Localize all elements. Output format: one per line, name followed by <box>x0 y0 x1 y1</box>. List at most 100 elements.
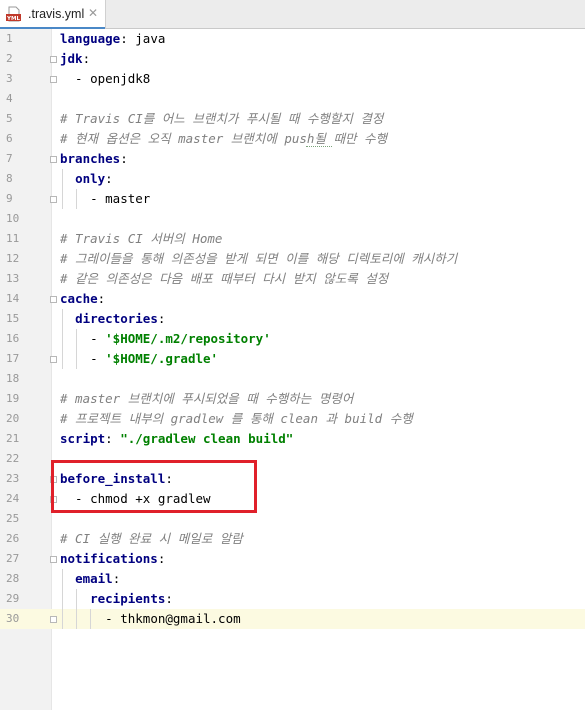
code-line[interactable]: 16 - '$HOME/.m2/repository' <box>0 329 585 349</box>
code-line[interactable]: 2 jdk: <box>0 49 585 69</box>
fold-marker-icon[interactable] <box>50 196 57 203</box>
code-line[interactable]: 18 <box>0 369 585 389</box>
line-number: 13 <box>6 272 20 285</box>
line-number: 27 <box>6 552 20 565</box>
code-text: language: java <box>60 29 165 49</box>
indent-guide <box>62 309 63 369</box>
token-str: '$HOME/.gradle' <box>105 351 219 366</box>
token-key: notifications <box>60 551 158 566</box>
code-line[interactable]: 19 # master 브랜치에 푸시되었을 때 수행하는 명령어 <box>0 389 585 409</box>
token-sep: : <box>157 551 166 566</box>
token-sep: : <box>82 51 91 66</box>
fold-marker-icon[interactable] <box>50 556 57 563</box>
code-line[interactable]: 10 <box>0 209 585 229</box>
code-text: # master 브랜치에 푸시되었을 때 수행하는 명령어 <box>60 389 353 409</box>
code-line[interactable]: 17 - '$HOME/.gradle' <box>0 349 585 369</box>
close-icon[interactable]: ✕ <box>88 6 98 20</box>
code-line[interactable]: 20 # 프로젝트 내부의 gradlew 를 통해 clean 과 build … <box>0 409 585 429</box>
token-pre: - <box>60 71 91 86</box>
token-str: "./gradlew clean build" <box>120 431 294 446</box>
yaml-badge-text: YML <box>6 16 20 22</box>
token-key: email <box>75 571 113 586</box>
token-cmt: # master 브랜치에 푸시되었을 때 수행하는 명령어 <box>60 391 354 406</box>
line-number: 26 <box>6 532 20 545</box>
fold-marker-icon[interactable] <box>50 56 57 63</box>
fold-marker-icon[interactable] <box>50 76 57 83</box>
line-number: 24 <box>6 492 20 505</box>
token-sep: : <box>120 31 136 46</box>
token-val: java <box>135 31 166 46</box>
code-line[interactable]: 11 # Travis CI 서버의 Home <box>0 229 585 249</box>
red-highlight-box <box>51 460 257 513</box>
fold-marker-icon[interactable] <box>50 356 57 363</box>
fold-marker-icon[interactable] <box>50 616 57 623</box>
token-key: language <box>60 31 121 46</box>
code-line[interactable]: 6 # 현재 옵션은 오직 master 브랜치에 push될 때만 수행 <box>0 129 585 149</box>
code-line[interactable]: 28 email: <box>0 569 585 589</box>
token-cmt: # 그레이들을 통해 의존성을 받게 되면 이를 해당 디렉토리에 캐시하기 <box>60 251 458 266</box>
yaml-file-icon: YML <box>6 6 21 22</box>
line-number: 6 <box>6 132 13 145</box>
token-cmt: # 같은 의존성은 다음 배포 때부터 다시 받지 않도록 설정 <box>60 271 389 286</box>
line-number: 17 <box>6 352 20 365</box>
token-sep: : <box>157 311 166 326</box>
token-pre: - <box>60 331 106 346</box>
token-pre: - <box>60 351 106 366</box>
tab-label: .travis.yml <box>28 7 85 21</box>
code-line[interactable]: 1 language: java <box>0 29 585 49</box>
token-key: branches <box>60 151 121 166</box>
line-number: 11 <box>6 232 20 245</box>
fold-marker-icon[interactable] <box>50 156 57 163</box>
code-text: email: <box>60 569 120 589</box>
line-number: 25 <box>6 512 20 525</box>
token-cmt: # 현재 옵션은 오직 master 브랜치에 push될 때만 수행 <box>60 131 387 146</box>
code-line[interactable]: 21 script: "./gradlew clean build" <box>0 429 585 449</box>
token-val: openjdk8 <box>90 71 151 86</box>
indent-guide <box>62 169 63 209</box>
code-text: cache: <box>60 289 105 309</box>
code-text: - '$HOME/.gradle' <box>60 349 218 369</box>
code-text: # 현재 옵션은 오직 master 브랜치에 push될 때만 수행 <box>60 129 387 149</box>
code-text: # Travis CI를 어느 브랜치가 푸시될 때 수행할지 결정 <box>60 109 383 129</box>
code-line[interactable]: 15 directories: <box>0 309 585 329</box>
tab-travis-yml[interactable]: YML .travis.yml ✕ <box>0 0 106 29</box>
token-key: script <box>60 431 106 446</box>
code-line[interactable]: 4 <box>0 89 585 109</box>
line-number: 30 <box>0 609 52 629</box>
code-text: script: "./gradlew clean build" <box>60 429 293 449</box>
code-line[interactable]: 30 - thkmon@gmail.com <box>0 609 585 629</box>
code-line[interactable]: 3 - openjdk8 <box>0 69 585 89</box>
code-text: - openjdk8 <box>60 69 150 89</box>
token-sep: : <box>105 431 121 446</box>
token-cmt: # CI 실행 완료 시 메일로 알람 <box>60 531 243 546</box>
indent-guide <box>90 609 91 629</box>
token-sep: : <box>165 591 173 606</box>
fold-marker-icon[interactable] <box>50 296 57 303</box>
token-pre: - <box>60 191 106 206</box>
line-number: 23 <box>6 472 20 485</box>
line-number: 28 <box>6 572 20 585</box>
code-line[interactable]: 29 recipients: <box>0 589 585 609</box>
code-line[interactable]: 9 - master <box>0 189 585 209</box>
line-number: 3 <box>6 72 13 85</box>
code-line[interactable]: 13 # 같은 의존성은 다음 배포 때부터 다시 받지 않도록 설정 <box>0 269 585 289</box>
code-line[interactable]: 8 only: <box>0 169 585 189</box>
code-line[interactable]: 5 # Travis CI를 어느 브랜치가 푸시될 때 수행할지 결정 <box>0 109 585 129</box>
code-text: notifications: <box>60 549 165 569</box>
code-line[interactable]: 7 branches: <box>0 149 585 169</box>
code-line[interactable]: 12 # 그레이들을 통해 의존성을 받게 되면 이를 해당 디렉토리에 캐시하기 <box>0 249 585 269</box>
code-line[interactable]: 27 notifications: <box>0 549 585 569</box>
code-line[interactable]: 14 cache: <box>0 289 585 309</box>
token-cmt: # 프로젝트 내부의 gradlew 를 통해 clean 과 build 수행 <box>60 411 413 426</box>
code-text: # 프로젝트 내부의 gradlew 를 통해 clean 과 build 수행 <box>60 409 413 429</box>
code-text: directories: <box>60 309 165 329</box>
line-number: 29 <box>6 592 20 605</box>
code-editor[interactable]: 1 language: java 2 jdk: 3 - openjdk8 4 5 # Trav… <box>0 29 585 710</box>
indent-guide <box>62 569 63 629</box>
code-line[interactable]: 26 # CI 실행 완료 시 메일로 알람 <box>0 529 585 549</box>
line-number: 2 <box>6 52 13 65</box>
token-key: cache <box>60 291 98 306</box>
line-number: 7 <box>6 152 13 165</box>
line-number: 12 <box>6 252 20 265</box>
token-key: recipients <box>90 591 166 606</box>
